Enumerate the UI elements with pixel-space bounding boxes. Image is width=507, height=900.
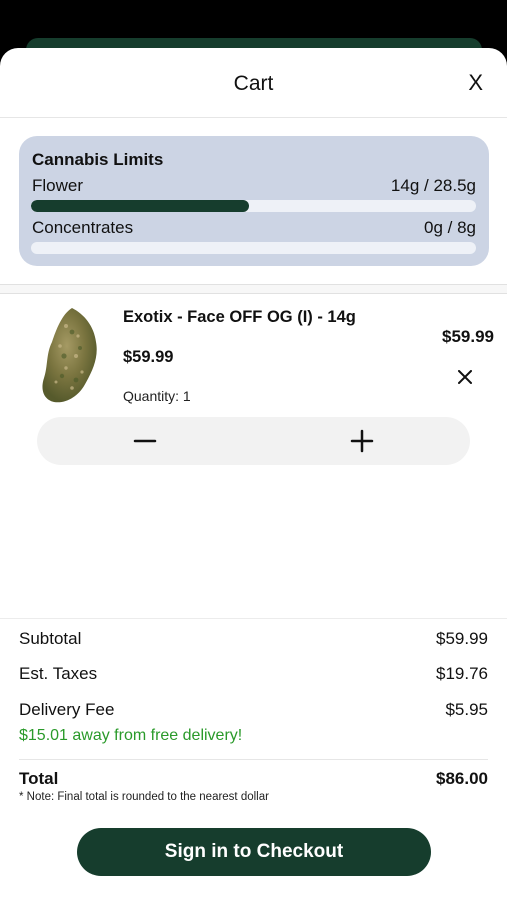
cart-item: Exotix - Face OFF OG (I) - 14g $59.99 Qu…	[0, 294, 507, 494]
flower-limit-progress	[31, 200, 476, 212]
cart-sheet: Cart X Cannabis Limits Flower 14g / 28.5…	[0, 48, 507, 900]
limit-value-flower: 14g / 28.5g	[390, 176, 476, 195]
taxes-label: Est. Taxes	[19, 664, 98, 683]
total-label: Total	[19, 769, 59, 788]
concentrates-limit-progress	[31, 242, 476, 254]
limit-label-concentrates: Concentrates	[32, 218, 134, 237]
section-divider	[0, 284, 507, 294]
product-unit-price: $59.99	[123, 348, 174, 366]
cannabis-limits-section: Cannabis Limits Flower 14g / 28.5g Conce…	[0, 118, 507, 294]
cart-header: Cart X	[0, 48, 507, 118]
quantity-stepper	[37, 417, 470, 465]
subtotal-value: $59.99	[436, 629, 488, 648]
limits-title: Cannabis Limits	[32, 150, 164, 169]
close-cart-button[interactable]: X	[468, 72, 483, 94]
cannabis-limits-card: Cannabis Limits Flower 14g / 28.5g Conce…	[19, 136, 489, 266]
total-value: $86.00	[436, 769, 488, 788]
product-name[interactable]: Exotix - Face OFF OG (I) - 14g	[123, 308, 356, 327]
subtotal-label: Subtotal	[19, 629, 82, 648]
sign-in-checkout-button[interactable]: Sign in to Checkout	[77, 828, 431, 876]
taxes-value: $19.76	[436, 664, 488, 683]
cart-title: Cart	[233, 72, 274, 95]
limit-label-flower: Flower	[32, 176, 84, 195]
summary-divider	[19, 759, 488, 760]
remove-item-button[interactable]	[458, 364, 472, 390]
close-icon	[458, 370, 472, 384]
order-summary: Subtotal $59.99 Est. Taxes $19.76 Delive…	[0, 618, 507, 900]
limit-value-concentrates: 0g / 8g	[424, 218, 476, 237]
free-delivery-note: $15.01 away from free delivery!	[19, 727, 243, 744]
product-image	[42, 308, 97, 403]
delivery-fee-value: $5.95	[445, 700, 488, 719]
flower-limit-progress-fill	[31, 200, 250, 212]
product-quantity: Quantity: 1	[123, 388, 191, 404]
decrease-quantity-button[interactable]	[115, 417, 175, 465]
minus-icon	[133, 439, 157, 443]
line-total: $59.99	[442, 327, 494, 346]
increase-quantity-button[interactable]	[332, 417, 392, 465]
rounding-note: * Note: Final total is rounded to the ne…	[19, 791, 269, 803]
plus-icon	[350, 429, 374, 453]
delivery-fee-label: Delivery Fee	[19, 700, 115, 719]
